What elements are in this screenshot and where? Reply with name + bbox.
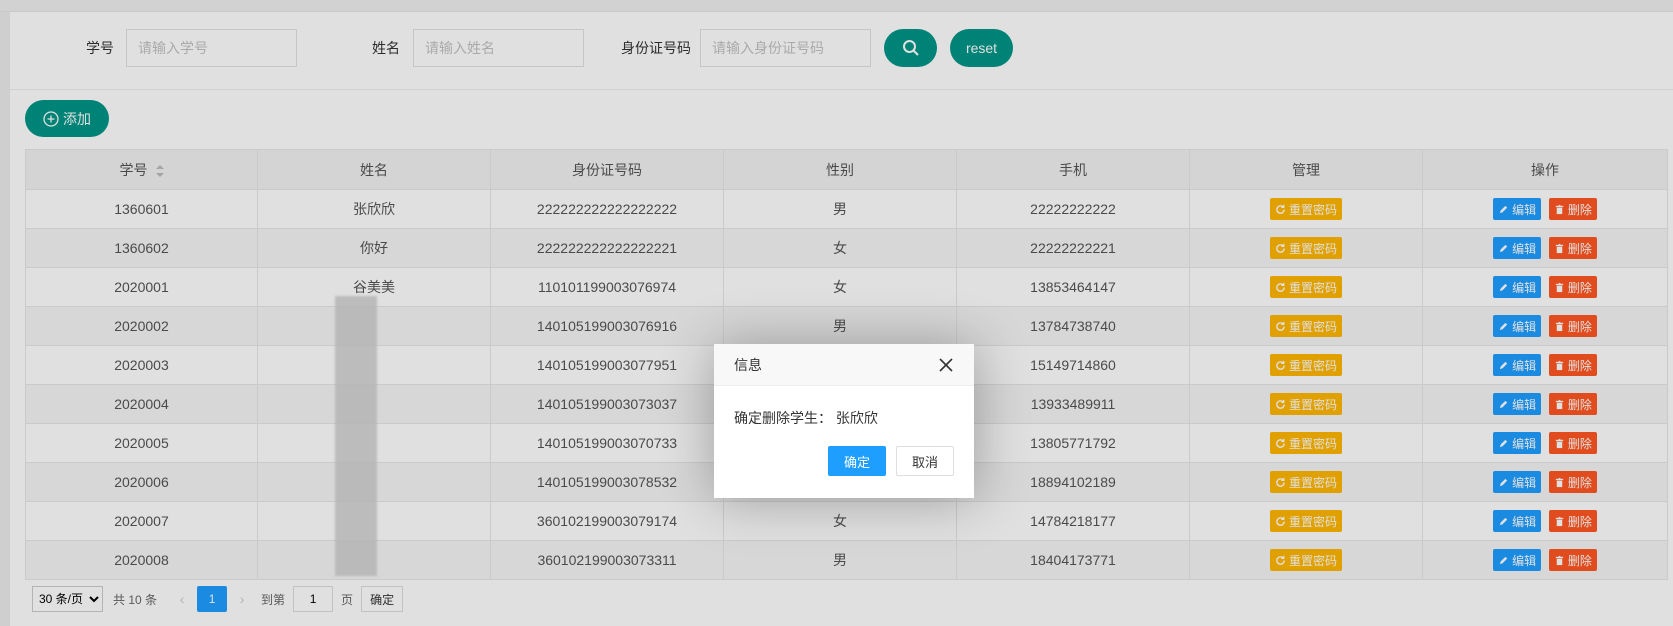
dialog-message: 确定删除学生： 张欣欣: [734, 410, 878, 426]
confirm-button[interactable]: 确定: [827, 446, 886, 476]
dialog-footer: 确定 取消: [714, 446, 974, 476]
dialog-header: 信息: [714, 344, 974, 386]
cancel-button[interactable]: 取消: [895, 446, 954, 476]
close-icon[interactable]: [938, 357, 954, 373]
delete-confirm-dialog: 信息 确定删除学生： 张欣欣 确定 取消: [714, 344, 974, 498]
modal-shade: [0, 0, 1673, 626]
dialog-title: 信息: [734, 356, 762, 373]
